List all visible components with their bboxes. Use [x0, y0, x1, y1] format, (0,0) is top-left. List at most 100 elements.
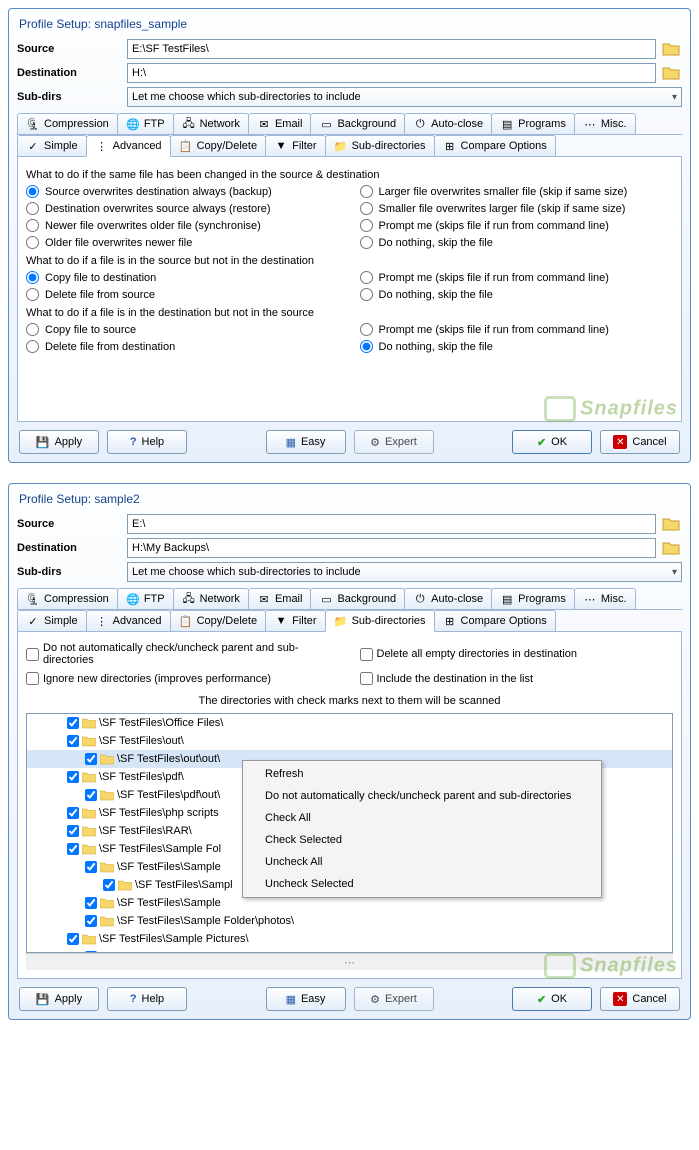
tab-network[interactable]: 🖧Network — [173, 113, 249, 134]
destination-input[interactable] — [127, 63, 656, 83]
tree-checkbox[interactable] — [85, 951, 97, 952]
radio-input[interactable] — [360, 185, 373, 198]
tree-checkbox[interactable] — [85, 861, 97, 873]
tree-checkbox[interactable] — [85, 789, 97, 801]
tree-row[interactable]: \SF TestFiles\out\ — [27, 732, 672, 750]
tab-misc-[interactable]: ⋯Misc. — [574, 588, 636, 609]
radio-input[interactable] — [26, 202, 39, 215]
radio-input[interactable] — [360, 340, 373, 353]
tab-auto-close[interactable]: ⏻Auto-close — [404, 588, 492, 609]
radio-input[interactable] — [26, 185, 39, 198]
browse-destination-button[interactable] — [660, 538, 682, 558]
tab-compare-options[interactable]: ⊞Compare Options — [434, 610, 556, 631]
checkbox-input[interactable] — [26, 648, 39, 661]
checkbox-option[interactable]: Delete all empty directories in destinat… — [360, 642, 674, 666]
tree-checkbox[interactable] — [67, 825, 79, 837]
radio-input[interactable] — [360, 236, 373, 249]
easy-button[interactable]: ▦Easy — [266, 987, 346, 1011]
checkbox-input[interactable] — [360, 648, 373, 661]
radio-option[interactable]: Do nothing, skip the file — [360, 340, 674, 353]
tab-copy-delete[interactable]: 📋Copy/Delete — [170, 610, 267, 631]
tab-copy-delete[interactable]: 📋Copy/Delete — [170, 135, 267, 156]
tree-row[interactable]: \SF TestFiles\Sample Pictures\Archive\ — [27, 948, 672, 952]
tab-network[interactable]: 🖧Network — [173, 588, 249, 609]
tree-checkbox[interactable] — [85, 915, 97, 927]
tab-compare-options[interactable]: ⊞Compare Options — [434, 135, 556, 156]
tree-checkbox[interactable] — [67, 771, 79, 783]
tab-compression[interactable]: 🗜Compression — [17, 113, 118, 134]
radio-input[interactable] — [360, 323, 373, 336]
source-input[interactable] — [127, 514, 656, 534]
tab-email[interactable]: ✉Email — [248, 113, 312, 134]
radio-input[interactable] — [26, 340, 39, 353]
tree-checkbox[interactable] — [103, 879, 115, 891]
tab-background[interactable]: ▭Background — [310, 588, 405, 609]
checkbox-option[interactable]: Do not automatically check/uncheck paren… — [26, 642, 340, 666]
tree-checkbox[interactable] — [67, 735, 79, 747]
radio-input[interactable] — [26, 323, 39, 336]
tab-background[interactable]: ▭Background — [310, 113, 405, 134]
radio-input[interactable] — [26, 288, 39, 301]
tab-simple[interactable]: ✓Simple — [17, 610, 87, 631]
radio-input[interactable] — [26, 271, 39, 284]
tab-ftp[interactable]: 🌐FTP — [117, 113, 174, 134]
radio-input[interactable] — [26, 236, 39, 249]
checkbox-input[interactable] — [26, 672, 39, 685]
destination-input[interactable] — [127, 538, 656, 558]
tab-filter[interactable]: ▼Filter — [265, 610, 325, 631]
horizontal-scrollbar[interactable]: ⋯ — [26, 953, 673, 970]
subdirs-dropdown[interactable]: Let me choose which sub-directories to i… — [127, 562, 682, 582]
tree-checkbox[interactable] — [67, 807, 79, 819]
apply-button[interactable]: 💾Apply — [19, 987, 99, 1011]
browse-destination-button[interactable] — [660, 63, 682, 83]
tab-compression[interactable]: 🗜Compression — [17, 588, 118, 609]
radio-option[interactable]: Newer file overwrites older file (synchr… — [26, 219, 340, 232]
context-menu-item[interactable]: Uncheck Selected — [245, 873, 599, 895]
source-input[interactable] — [127, 39, 656, 59]
radio-option[interactable]: Prompt me (skips file if run from comman… — [360, 219, 674, 232]
context-menu[interactable]: RefreshDo not automatically check/unchec… — [242, 760, 602, 898]
tree-row[interactable]: \SF TestFiles\Sample Folder\photos\ — [27, 912, 672, 930]
tab-sub-directories[interactable]: 📁Sub-directories — [325, 610, 435, 632]
cancel-button[interactable]: ✕Cancel — [600, 430, 680, 454]
radio-option[interactable]: Destination overwrites source always (re… — [26, 202, 340, 215]
tab-filter[interactable]: ▼Filter — [265, 135, 325, 156]
context-menu-item[interactable]: Refresh — [245, 763, 599, 785]
browse-source-button[interactable] — [660, 514, 682, 534]
tree-checkbox[interactable] — [85, 753, 97, 765]
context-menu-item[interactable]: Check Selected — [245, 829, 599, 851]
tab-email[interactable]: ✉Email — [248, 588, 312, 609]
radio-option[interactable]: Older file overwrites newer file — [26, 236, 340, 249]
context-menu-item[interactable]: Uncheck All — [245, 851, 599, 873]
tab-simple[interactable]: ✓Simple — [17, 135, 87, 156]
tree-row[interactable]: \SF TestFiles\Sample Pictures\ — [27, 930, 672, 948]
radio-option[interactable]: Prompt me (skips file if run from comman… — [360, 323, 674, 336]
ok-button[interactable]: ✔OK — [512, 430, 592, 454]
tree-checkbox[interactable] — [85, 897, 97, 909]
tree-checkbox[interactable] — [67, 843, 79, 855]
checkbox-input[interactable] — [360, 672, 373, 685]
tab-sub-directories[interactable]: 📁Sub-directories — [325, 135, 435, 156]
tab-ftp[interactable]: 🌐FTP — [117, 588, 174, 609]
directory-tree[interactable]: \SF TestFiles\Office Files\\SF TestFiles… — [26, 713, 673, 953]
radio-option[interactable]: Delete file from destination — [26, 340, 340, 353]
tree-checkbox[interactable] — [67, 717, 79, 729]
apply-button[interactable]: 💾Apply — [19, 430, 99, 454]
tab-programs[interactable]: ▤Programs — [491, 588, 575, 609]
ok-button[interactable]: ✔OK — [512, 987, 592, 1011]
radio-option[interactable]: Do nothing, skip the file — [360, 236, 674, 249]
tab-programs[interactable]: ▤Programs — [491, 113, 575, 134]
browse-source-button[interactable] — [660, 39, 682, 59]
context-menu-item[interactable]: Check All — [245, 807, 599, 829]
radio-option[interactable]: Copy file to destination — [26, 271, 340, 284]
radio-option[interactable]: Source overwrites destination always (ba… — [26, 185, 340, 198]
radio-input[interactable] — [360, 219, 373, 232]
radio-option[interactable]: Delete file from source — [26, 288, 340, 301]
radio-input[interactable] — [26, 219, 39, 232]
tab-advanced[interactable]: ⋮Advanced — [86, 135, 171, 157]
tab-misc-[interactable]: ⋯Misc. — [574, 113, 636, 134]
tree-row[interactable]: \SF TestFiles\Office Files\ — [27, 714, 672, 732]
radio-option[interactable]: Larger file overwrites smaller file (ski… — [360, 185, 674, 198]
tree-checkbox[interactable] — [67, 933, 79, 945]
radio-option[interactable]: Do nothing, skip the file — [360, 288, 674, 301]
